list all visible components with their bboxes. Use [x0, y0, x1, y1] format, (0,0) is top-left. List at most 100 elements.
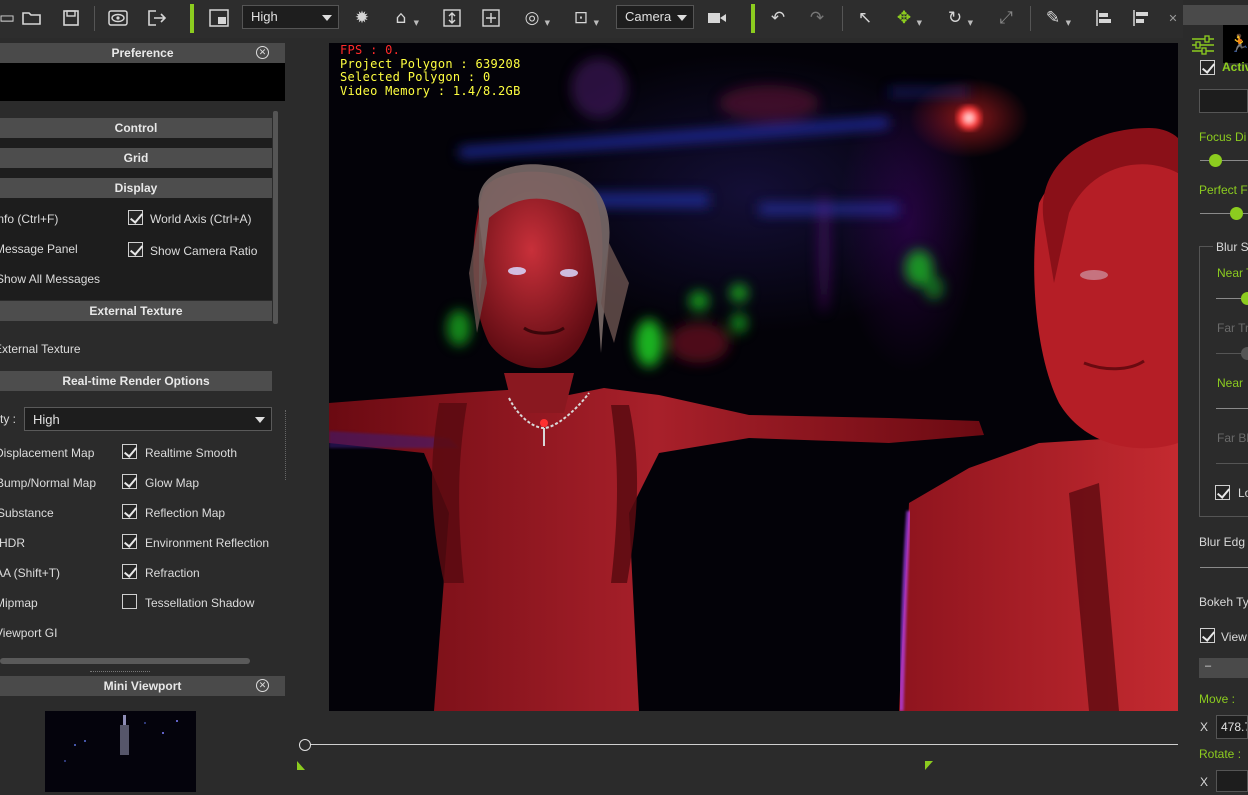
toolbar-divider [94, 6, 95, 31]
option-show-all-messages[interactable]: Show All Messages [0, 272, 100, 286]
start-marker-icon[interactable] [297, 761, 305, 770]
preset-field[interactable] [1199, 89, 1248, 113]
move-x-label: X [1200, 720, 1209, 734]
toolbar-overflow-icon[interactable]: ✕ [1166, 7, 1180, 29]
quality-select[interactable]: High [24, 407, 272, 431]
scale-icon[interactable]: ⤢ [994, 7, 1018, 29]
main-toolbar: ▭ High ✹ ⌂ ▼ ◎ ▼ ⊡ ▼ Camera ↶ ↷ ↖ ✥ ▼ ↻ ▼ ⤢ ✎… [0, 0, 1183, 38]
save-icon[interactable] [59, 7, 83, 29]
new-file-icon[interactable]: ▭ [0, 7, 15, 29]
view-dropdown[interactable]: Camera [616, 5, 694, 29]
option-viewport-gi[interactable]: Viewport GI [0, 626, 57, 640]
panel-splitter-handle[interactable] [90, 671, 150, 674]
option-hdr[interactable]: HDR [0, 536, 25, 550]
collapse-bar[interactable]: – [1199, 658, 1248, 678]
option-message-panel[interactable]: Message Panel [0, 242, 78, 256]
section-control[interactable]: Control [0, 118, 272, 138]
close-icon[interactable]: ✕ [256, 46, 269, 59]
chevron-down-icon [255, 417, 265, 423]
rotate-icon[interactable]: ↻ ▼ [943, 7, 973, 29]
section-external-texture[interactable]: External Texture [0, 301, 272, 321]
reflection-map-checkbox[interactable] [122, 504, 137, 519]
world-axis-checkbox[interactable] [128, 210, 143, 225]
redo-icon[interactable]: ↷ [805, 7, 829, 29]
horizontal-scrollbar[interactable] [0, 658, 250, 664]
option-substance[interactable]: Substance [0, 506, 54, 520]
environment-reflection-checkbox[interactable] [122, 534, 137, 549]
tab-modify[interactable] [1183, 25, 1223, 63]
rotate-x-label: X [1200, 775, 1209, 789]
align-left-icon[interactable] [1092, 7, 1116, 29]
toolbar-divider [842, 6, 843, 31]
timeline-track[interactable] [309, 744, 1178, 745]
export-icon[interactable] [145, 7, 169, 29]
refraction-checkbox[interactable] [122, 564, 137, 579]
tab-animation[interactable]: 🏃 [1223, 25, 1248, 63]
close-icon[interactable]: ✕ [256, 679, 269, 692]
view-checkbox[interactable] [1200, 628, 1215, 643]
far-blur-track[interactable] [1216, 463, 1248, 464]
measure-icon[interactable]: ✎ ▼ [1041, 7, 1071, 29]
far-transition-knob[interactable] [1241, 347, 1248, 360]
option-bump-normal-map[interactable]: Bump/Normal Map [0, 476, 96, 490]
fit-all-icon[interactable] [479, 7, 503, 29]
preference-title: Preference [111, 46, 174, 60]
fit-vertical-icon[interactable] [440, 7, 464, 29]
section-grid[interactable]: Grid [0, 148, 272, 168]
section-display[interactable]: Display [0, 178, 272, 198]
option-refraction: Refraction [145, 566, 200, 580]
option-aa[interactable]: AA (Shift+T) [0, 566, 60, 580]
select-arrow-icon[interactable]: ↖ [853, 7, 877, 29]
option-tessellation-shadow: Tessellation Shadow [145, 596, 255, 610]
mini-viewport-preview[interactable] [45, 711, 196, 792]
section-realtime-render[interactable]: Real-time Render Options [0, 371, 272, 391]
show-camera-ratio-checkbox[interactable] [128, 242, 143, 257]
layout-icon[interactable] [207, 7, 231, 29]
option-info[interactable]: Info (Ctrl+F) [0, 212, 58, 226]
option-show-camera-ratio: Show Camera Ratio [150, 244, 258, 258]
near-blur-track[interactable] [1216, 408, 1248, 409]
rotate-x-input[interactable] [1216, 770, 1248, 792]
eye-icon[interactable] [106, 7, 130, 29]
3d-viewport[interactable]: FPS : 0. Project Polygon : 639208 Select… [329, 43, 1178, 711]
focus-distance-track[interactable] [1200, 160, 1248, 161]
focus-distance-knob[interactable] [1209, 154, 1222, 167]
end-marker-icon[interactable] [925, 761, 933, 770]
section-divider [0, 138, 272, 148]
home-icon[interactable]: ⌂ ▼ [389, 7, 419, 29]
quality-dropdown[interactable]: High [242, 5, 339, 29]
active-checkbox[interactable] [1200, 60, 1215, 75]
chevron-down-icon [677, 15, 687, 21]
orbit-icon[interactable]: ◎ ▼ [520, 7, 550, 29]
man-character [898, 128, 1178, 711]
section-divider [0, 168, 272, 178]
open-folder-icon[interactable] [20, 7, 44, 29]
move-x-input[interactable]: 478.7 [1216, 715, 1248, 739]
toolbar-green-divider [751, 4, 755, 33]
quality-dropdown-value: High [251, 9, 278, 24]
running-figure-icon: 🏃 [1229, 34, 1248, 54]
realtime-smooth-checkbox[interactable] [122, 444, 137, 459]
frame-icon[interactable]: ⊡ ▼ [569, 7, 599, 29]
glow-map-checkbox[interactable] [122, 474, 137, 489]
option-mipmap[interactable]: Mipmap [0, 596, 38, 610]
near-transition-knob[interactable] [1241, 292, 1248, 305]
move-icon[interactable]: ✥ ▼ [892, 7, 922, 29]
view-label: View [1221, 630, 1247, 644]
option-external-texture[interactable]: External Texture [0, 342, 81, 356]
camera-icon[interactable] [705, 7, 729, 29]
perfect-focus-knob[interactable] [1230, 207, 1243, 220]
tessellation-shadow-checkbox[interactable] [122, 594, 137, 609]
sun-icon[interactable]: ✹ [350, 7, 374, 29]
bokeh-type-label: Bokeh Ty [1199, 595, 1248, 609]
panel-resize-handle[interactable] [285, 410, 291, 480]
scene-render [329, 58, 1178, 711]
lock-checkbox[interactable] [1215, 485, 1230, 500]
timeline-playhead[interactable] [299, 739, 311, 751]
option-displacement-map[interactable]: Displacement Map [0, 446, 94, 460]
vertical-scrollbar[interactable] [273, 111, 278, 324]
align-icon[interactable] [1129, 7, 1153, 29]
undo-icon[interactable]: ↶ [766, 7, 790, 29]
active-label: Activ [1222, 60, 1248, 74]
blur-edge-track[interactable] [1200, 567, 1248, 568]
